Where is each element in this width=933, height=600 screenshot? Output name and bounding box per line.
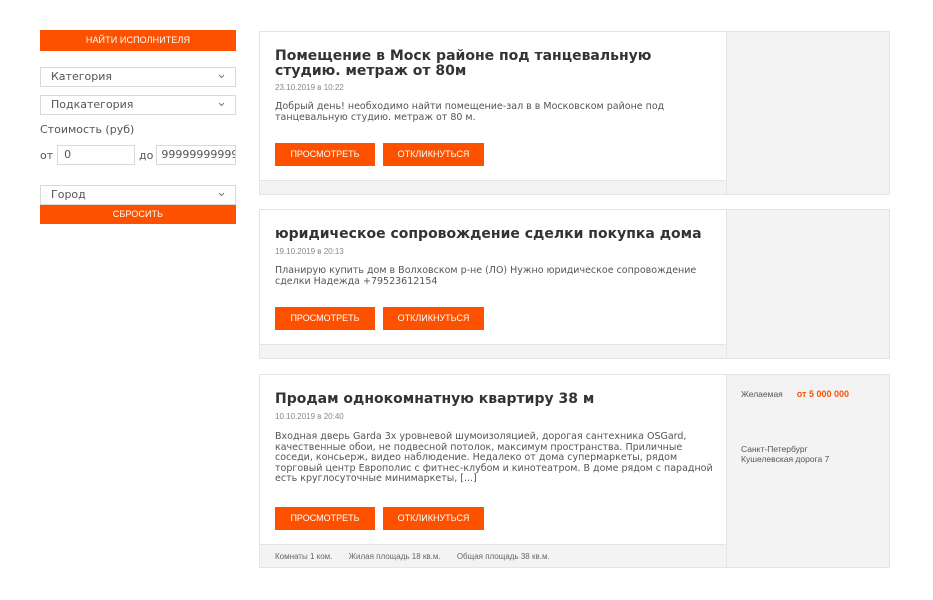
subcategory-select[interactable]: Подкатегория <box>40 95 236 115</box>
city-select-label: Город <box>51 188 86 201</box>
total-area-param: Общая площадь 38 кв.м. <box>456 552 550 561</box>
price-to-label: до <box>138 148 154 162</box>
listing-main: Помещение в Моск районе под танцевальную… <box>260 32 726 194</box>
listing-description: Добрый день! необходимо найти помещение-… <box>275 101 665 123</box>
subcategory-select-label: Подкатегория <box>51 98 134 111</box>
rooms-param: Комнаты 1 ком. <box>275 552 333 561</box>
listing-description: Планирую купить дом в Волховском р-не (Л… <box>275 265 697 287</box>
address-street: Кушелевская дорога 7 <box>741 453 830 464</box>
view-button[interactable]: ПРОСМОТРЕТЬ <box>275 143 375 166</box>
desired-price-value: от 5 000 000 <box>796 389 850 399</box>
listing-main: Продам однокомнатную квартиру 38 м 10.10… <box>260 375 726 567</box>
listing-side-panel <box>726 210 889 358</box>
category-select[interactable]: Категория <box>40 67 236 87</box>
reset-button[interactable]: СБРОСИТЬ <box>40 205 236 224</box>
listing-params: Комнаты 1 ком. Жилая площадь 18 кв.м. Об… <box>275 552 564 561</box>
listing-footer <box>260 344 726 358</box>
listing-date: 23.10.2019 в 10:22 <box>275 83 344 92</box>
filter-sidebar: НАЙТИ ИСПОЛНИТЕЛЯ Категория Подкатегория… <box>40 30 236 224</box>
city-select[interactable]: Город <box>40 185 236 205</box>
listing-description: Входная дверь Garda 3х уровневой шумоизо… <box>275 431 713 484</box>
chevron-down-icon <box>218 192 225 197</box>
listing-footer <box>260 180 726 194</box>
listing-card: Помещение в Моск районе под танцевальную… <box>259 31 890 195</box>
price-from-label: от <box>40 148 54 162</box>
listing-side-panel <box>726 32 889 194</box>
reply-button[interactable]: ОТКЛИКНУТЬСЯ <box>383 143 484 166</box>
listing-title[interactable]: Помещение в Моск районе под танцевальную… <box>275 49 715 79</box>
listing-date: 19.10.2019 в 20:13 <box>275 247 344 256</box>
reply-button[interactable]: ОТКЛИКНУТЬСЯ <box>383 507 484 530</box>
reply-button[interactable]: ОТКЛИКНУТЬСЯ <box>383 307 484 330</box>
listing-side-panel: Желаемая от 5 000 000 Санкт-Петербург Куш… <box>726 375 889 567</box>
listing-footer: Комнаты 1 ком. Жилая площадь 18 кв.м. Об… <box>260 544 726 567</box>
price-range: от 0 до 99999999999 <box>40 145 236 165</box>
listing-date: 10.10.2019 в 20:40 <box>275 412 344 421</box>
price-from-input[interactable]: 0 <box>57 145 135 165</box>
category-select-label: Категория <box>51 70 112 83</box>
listing-title[interactable]: юридическое сопровождение сделки покупка… <box>275 227 715 242</box>
view-button[interactable]: ПРОСМОТРЕТЬ <box>275 307 375 330</box>
living-area-param: Жилая площадь 18 кв.м. <box>348 552 441 561</box>
listing-address: Санкт-Петербург Кушелевская дорога 7 <box>741 444 891 464</box>
desired-price: Желаемая от 5 000 000 <box>741 389 849 399</box>
listing-card: юридическое сопровождение сделки покупка… <box>259 209 890 359</box>
chevron-down-icon <box>218 74 225 79</box>
chevron-down-icon <box>218 102 225 107</box>
desired-price-label: Желаемая <box>741 389 783 399</box>
listing-card: Продам однокомнатную квартиру 38 м 10.10… <box>259 374 890 568</box>
price-to-input[interactable]: 99999999999 <box>156 145 236 165</box>
find-executor-button[interactable]: НАЙТИ ИСПОЛНИТЕЛЯ <box>40 30 236 51</box>
listing-main: юридическое сопровождение сделки покупка… <box>260 210 726 358</box>
view-button[interactable]: ПРОСМОТРЕТЬ <box>275 507 375 530</box>
listing-title[interactable]: Продам однокомнатную квартиру 38 м <box>275 392 715 407</box>
cost-label: Стоимость (руб) <box>40 123 135 136</box>
